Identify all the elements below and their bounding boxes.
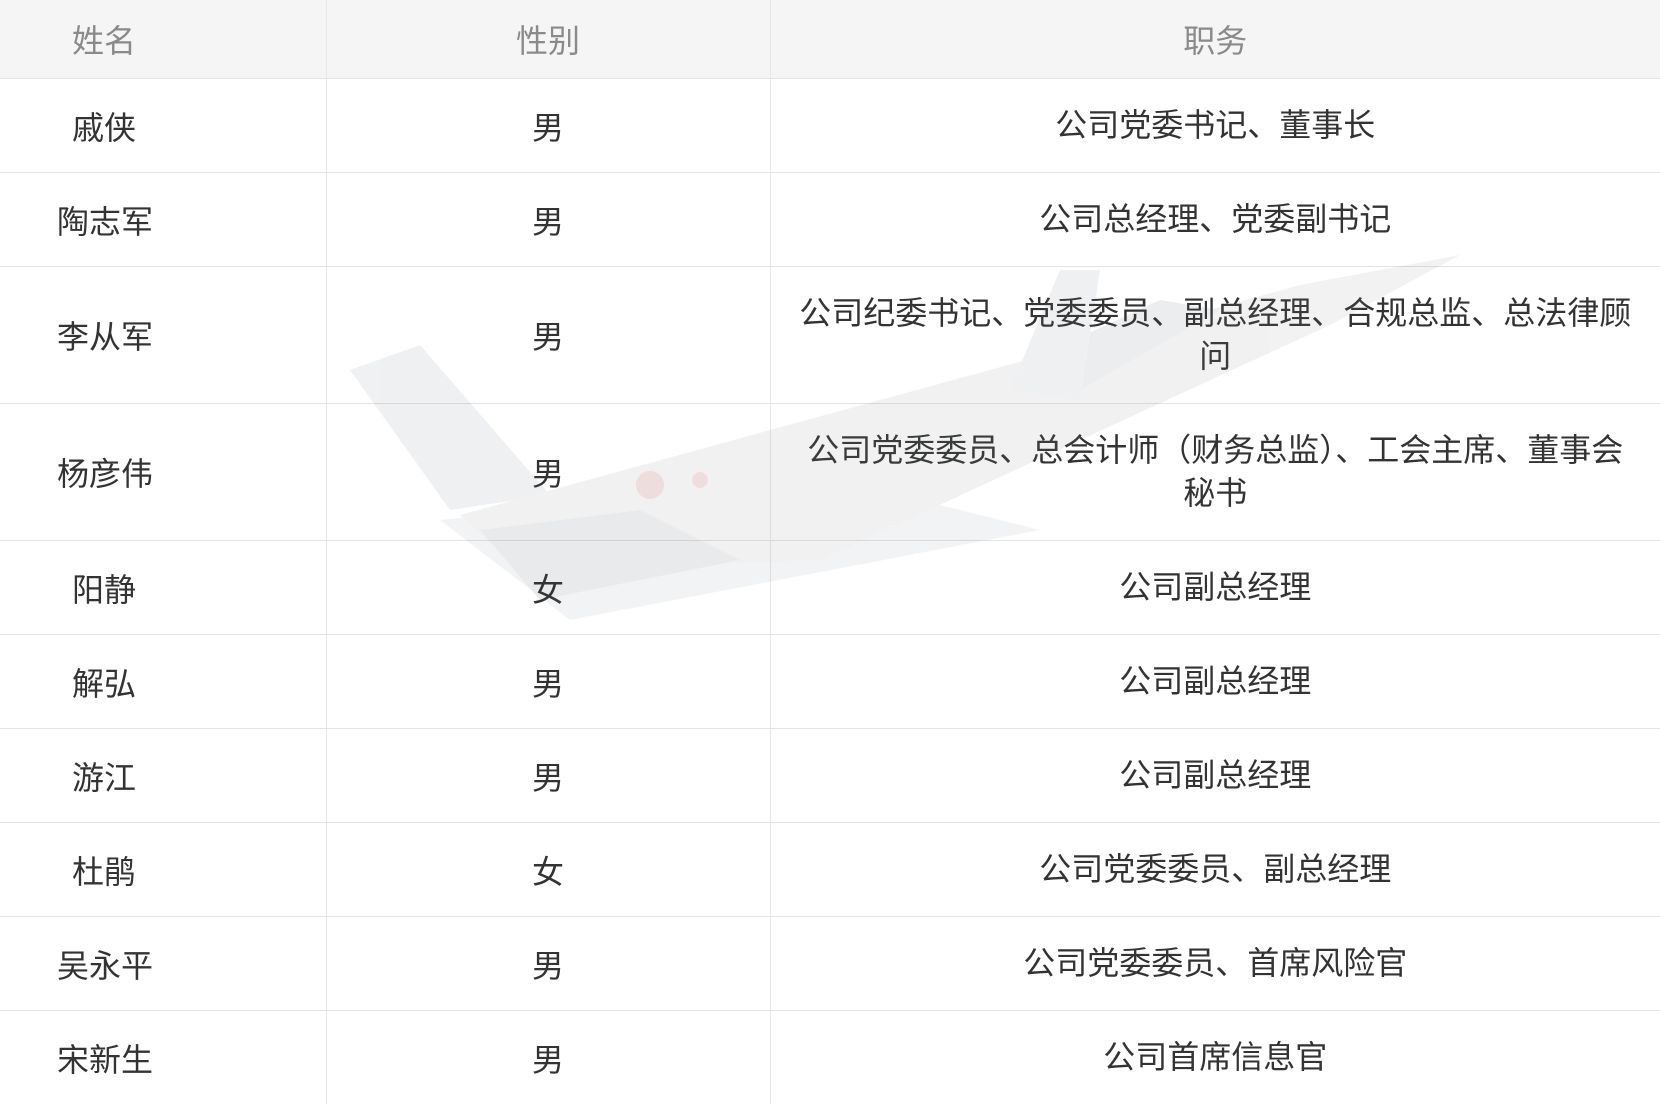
cell-sex: 男 — [326, 78, 771, 173]
table-row: 杨彦伟 男 公司党委委员、总会计师（财务总监）、工会主席、董事会秘书 — [0, 403, 1660, 541]
cell-name: 戚侠 — [0, 78, 327, 173]
table-row: 杜鹃 女 公司党委委员、副总经理 — [0, 822, 1660, 917]
cell-duty: 公司首席信息官 — [770, 1010, 1660, 1104]
table-row: 解弘 男 公司副总经理 — [0, 634, 1660, 729]
cell-name: 杜鹃 — [0, 822, 327, 917]
cell-name: 李从军 — [0, 266, 327, 404]
table-header-row: 姓名 性别 职务 — [0, 0, 1660, 79]
cell-sex: 男 — [326, 634, 771, 729]
cell-duty: 公司纪委书记、党委委员、副总经理、合规总监、总法律顾问 — [770, 266, 1660, 404]
cell-sex: 男 — [326, 266, 771, 404]
cell-name: 游江 — [0, 728, 327, 823]
table-row: 阳静 女 公司副总经理 — [0, 540, 1660, 635]
cell-sex: 男 — [326, 916, 771, 1011]
table-viewport[interactable]: 姓名 性别 职务 戚侠 男 公司党委书记、董事长 陶志军 男 公司总经理、党委副… — [0, 0, 1660, 1104]
cell-name: 吴永平 — [0, 916, 327, 1011]
cell-duty: 公司副总经理 — [770, 540, 1660, 635]
table-row: 陶志军 男 公司总经理、党委副书记 — [0, 172, 1660, 267]
cell-duty: 公司副总经理 — [770, 728, 1660, 823]
cell-sex: 女 — [326, 540, 771, 635]
cell-sex: 男 — [326, 172, 771, 267]
cell-sex: 男 — [326, 728, 771, 823]
table-row: 戚侠 男 公司党委书记、董事长 — [0, 78, 1660, 173]
cell-name: 解弘 — [0, 634, 327, 729]
table-row: 吴永平 男 公司党委委员、首席风险官 — [0, 916, 1660, 1011]
cell-duty: 公司党委委员、首席风险官 — [770, 916, 1660, 1011]
cell-name: 陶志军 — [0, 172, 327, 267]
cell-sex: 女 — [326, 822, 771, 917]
header-duty: 职务 — [770, 0, 1660, 79]
cell-duty: 公司总经理、党委副书记 — [770, 172, 1660, 267]
table-row: 李从军 男 公司纪委书记、党委委员、副总经理、合规总监、总法律顾问 — [0, 266, 1660, 404]
cell-name: 阳静 — [0, 540, 327, 635]
cell-sex: 男 — [326, 403, 771, 541]
cell-duty: 公司党委委员、总会计师（财务总监）、工会主席、董事会秘书 — [770, 403, 1660, 541]
table-row: 宋新生 男 公司首席信息官 — [0, 1010, 1660, 1104]
cell-duty: 公司党委委员、副总经理 — [770, 822, 1660, 917]
executive-table: 姓名 性别 职务 戚侠 男 公司党委书记、董事长 陶志军 男 公司总经理、党委副… — [0, 0, 1660, 1104]
cell-name: 宋新生 — [0, 1010, 327, 1104]
cell-sex: 男 — [326, 1010, 771, 1104]
header-name: 姓名 — [0, 0, 327, 79]
cell-duty: 公司党委书记、董事长 — [770, 78, 1660, 173]
table-row: 游江 男 公司副总经理 — [0, 728, 1660, 823]
cell-name: 杨彦伟 — [0, 403, 327, 541]
cell-duty: 公司副总经理 — [770, 634, 1660, 729]
header-sex: 性别 — [326, 0, 771, 79]
